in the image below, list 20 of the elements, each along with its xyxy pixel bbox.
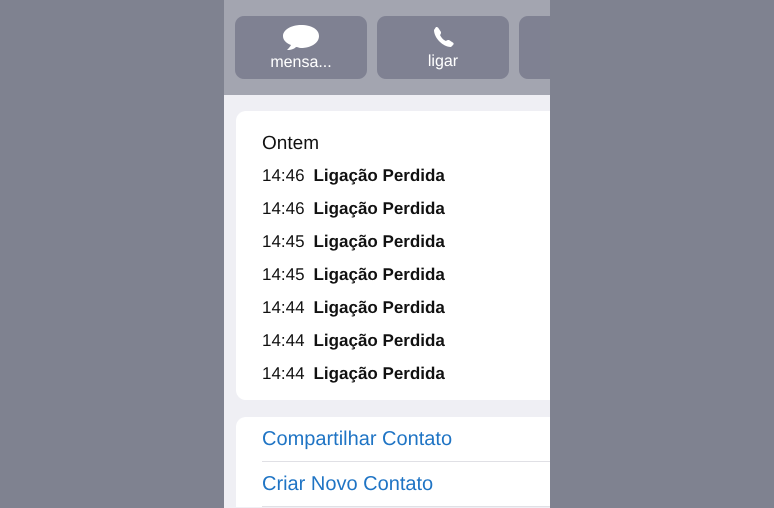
call-time: 14:45 xyxy=(262,264,305,284)
call-status: Ligação Perdida xyxy=(314,364,445,384)
call-status: Ligação Perdida xyxy=(314,264,445,284)
call-time: 14:44 xyxy=(262,298,305,318)
message-button[interactable]: mensa... xyxy=(235,16,367,79)
call-time: 14:44 xyxy=(262,330,305,350)
call-status: Ligação Perdida xyxy=(314,232,445,252)
action-link[interactable]: Criar Novo Contato xyxy=(262,462,550,507)
call-button[interactable]: ligar xyxy=(377,16,509,79)
call-status: Ligação Perdida xyxy=(314,330,445,350)
action-link[interactable]: Compartilhar Contato xyxy=(262,417,550,462)
call-time: 14:46 xyxy=(262,166,305,186)
call-time: 14:45 xyxy=(262,232,305,252)
call-status: Ligação Perdida xyxy=(314,198,445,218)
call-time: 14:44 xyxy=(262,364,305,384)
call-status: Ligação Perdida xyxy=(314,166,445,186)
call-time: 14:46 xyxy=(262,198,305,218)
date-heading: Ontem xyxy=(262,133,320,156)
speech-bubble-icon xyxy=(282,24,320,50)
call-status: Ligação Perdida xyxy=(314,298,445,318)
